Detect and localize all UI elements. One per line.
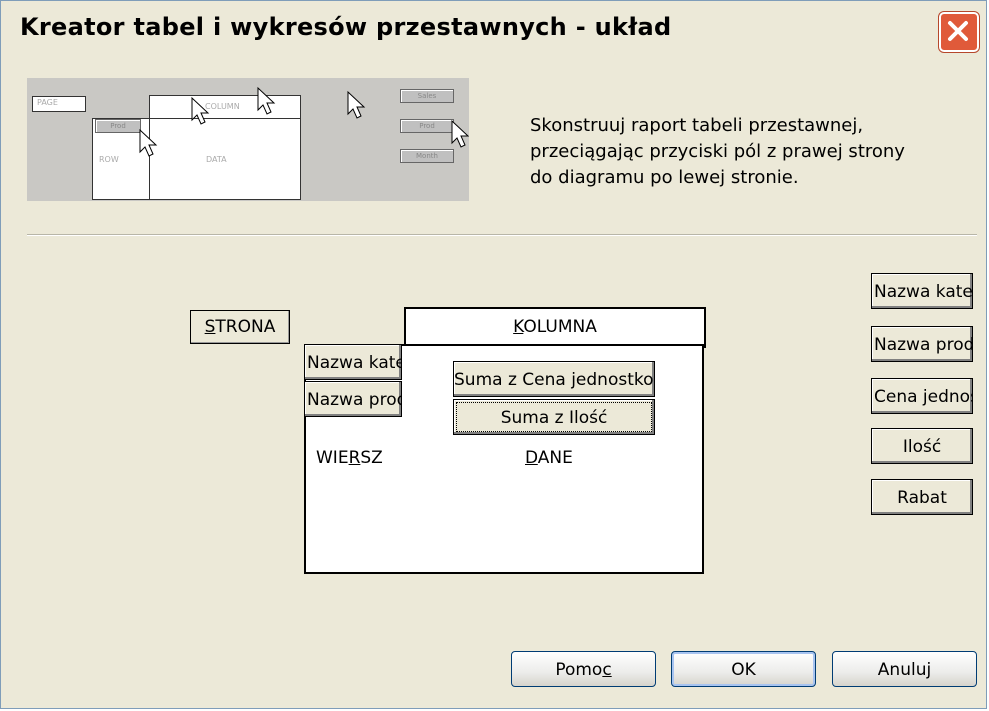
page-area[interactable]: STRONA (190, 310, 290, 344)
pivot-layout-dialog: Kreator tabel i wykresów przestawnych - … (0, 0, 987, 709)
row-field-product[interactable]: Nazwa produktu (304, 381, 402, 417)
row-area-label: WIERSZ (316, 448, 383, 468)
field-button-quantity[interactable]: Ilość (871, 428, 973, 464)
close-icon (948, 21, 968, 41)
instruction-text: Skonstruuj raport tabeli przestawnej, pr… (530, 115, 905, 188)
close-button[interactable] (939, 12, 979, 52)
separator (27, 234, 977, 236)
cancel-button[interactable]: Anuluj (832, 651, 977, 687)
field-button-unit-price[interactable]: Cena jednostkowa (871, 378, 973, 414)
title-bar: Kreator tabel i wykresów przestawnych - … (1, 1, 986, 61)
field-button-discount[interactable]: Rabat (871, 479, 973, 515)
row-field-category[interactable]: Nazwa kategorii (304, 344, 402, 380)
data-field-unit-price-sum[interactable]: Suma z Cena jednostkowa (453, 361, 655, 397)
data-field-quantity-sum[interactable]: Suma z Ilość (453, 399, 655, 435)
column-area[interactable]: KOLUMNA (404, 307, 706, 348)
window-title: Kreator tabel i wykresów przestawnych - … (20, 13, 672, 41)
field-button-product-name[interactable]: Nazwa produktu (871, 326, 973, 362)
data-area-label: DANE (525, 448, 573, 468)
field-button-category-name[interactable]: Nazwa kategorii (871, 273, 973, 309)
layout-preview-illustration: PAGE COLUMN ROW DATA Prod Sales Prod Mon… (27, 78, 469, 201)
cursor-arrows-icon (139, 86, 469, 157)
help-button[interactable]: Pomoc (511, 651, 656, 687)
ok-button[interactable]: OK (671, 651, 816, 687)
